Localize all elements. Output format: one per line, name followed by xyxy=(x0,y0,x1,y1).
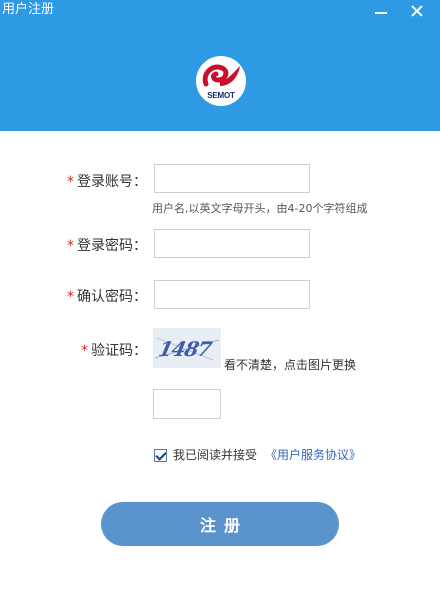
agreement-checkbox[interactable] xyxy=(154,449,167,462)
account-label: * 登录账号： xyxy=(67,174,147,190)
close-icon xyxy=(411,5,423,17)
captcha-hint: 看不清楚，点击图片更换 xyxy=(224,358,357,372)
agreement-link[interactable]: 《用户服务协议》 xyxy=(265,448,361,463)
window-title: 用户注册 xyxy=(2,2,55,17)
account-hint: 用户名,以英文字母开头，由4-20个字符组成 xyxy=(152,202,368,215)
account-input[interactable] xyxy=(154,164,310,193)
close-button[interactable] xyxy=(400,0,434,22)
logo-text: SEMOT xyxy=(207,91,235,100)
minimize-icon xyxy=(375,12,387,14)
captcha-input[interactable] xyxy=(153,389,221,419)
register-button[interactable]: 注册 xyxy=(101,502,339,546)
agreement-text: 我已阅读并接受 xyxy=(173,448,258,462)
required-mark: * xyxy=(67,289,74,305)
captcha-label: * 验证码： xyxy=(81,343,147,359)
logo: SEMOT xyxy=(196,56,246,106)
captcha-text: 1487 xyxy=(156,337,214,361)
confirm-password-label: * 确认密码： xyxy=(67,289,147,305)
required-mark: * xyxy=(67,174,74,190)
confirm-password-input[interactable] xyxy=(154,280,310,309)
password-label: * 登录密码： xyxy=(67,238,147,254)
required-mark: * xyxy=(67,238,74,254)
password-input[interactable] xyxy=(154,229,310,258)
captcha-image[interactable]: 1487 xyxy=(153,328,221,368)
minimize-button[interactable] xyxy=(364,0,398,22)
required-mark: * xyxy=(81,343,88,359)
